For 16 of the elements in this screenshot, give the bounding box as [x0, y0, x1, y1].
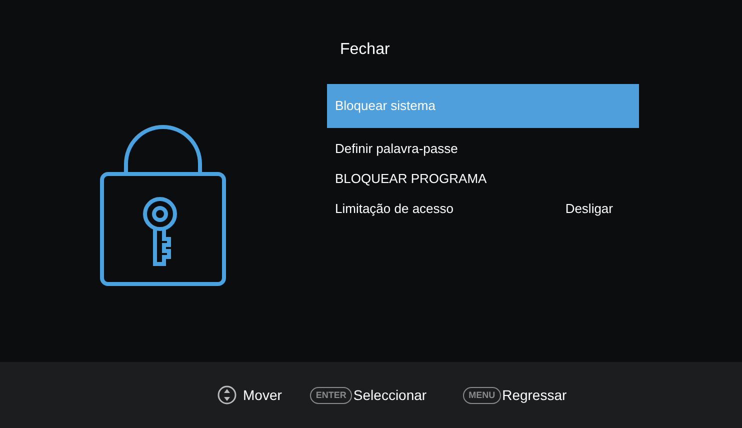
menu-title: Fechar [340, 40, 390, 60]
hint-label: Seleccionar [353, 386, 427, 404]
menu-item[interactable]: Definir palavra-passe [327, 134, 639, 164]
remote-key: MENU [462, 386, 502, 404]
hint-label: Mover [243, 386, 282, 404]
menu-item[interactable]: Limitação de acesso Desligar [327, 194, 639, 224]
up-down-icon [217, 385, 237, 405]
remote-key: ENTER [310, 386, 352, 404]
hint-label: Regressar [502, 386, 567, 405]
menu-item-label: BLOQUEAR PROGRAMA [335, 170, 487, 188]
menu-item-label: Bloquear sistema [335, 97, 436, 116]
menu-item-label: Definir palavra-passe [335, 140, 458, 158]
menu-item[interactable]: BLOQUEAR PROGRAMA [327, 164, 639, 194]
setting-value: Desligar [565, 200, 613, 218]
padlock-key-icon [98, 124, 228, 288]
menu-item-label: Limitação de acesso [335, 200, 454, 218]
